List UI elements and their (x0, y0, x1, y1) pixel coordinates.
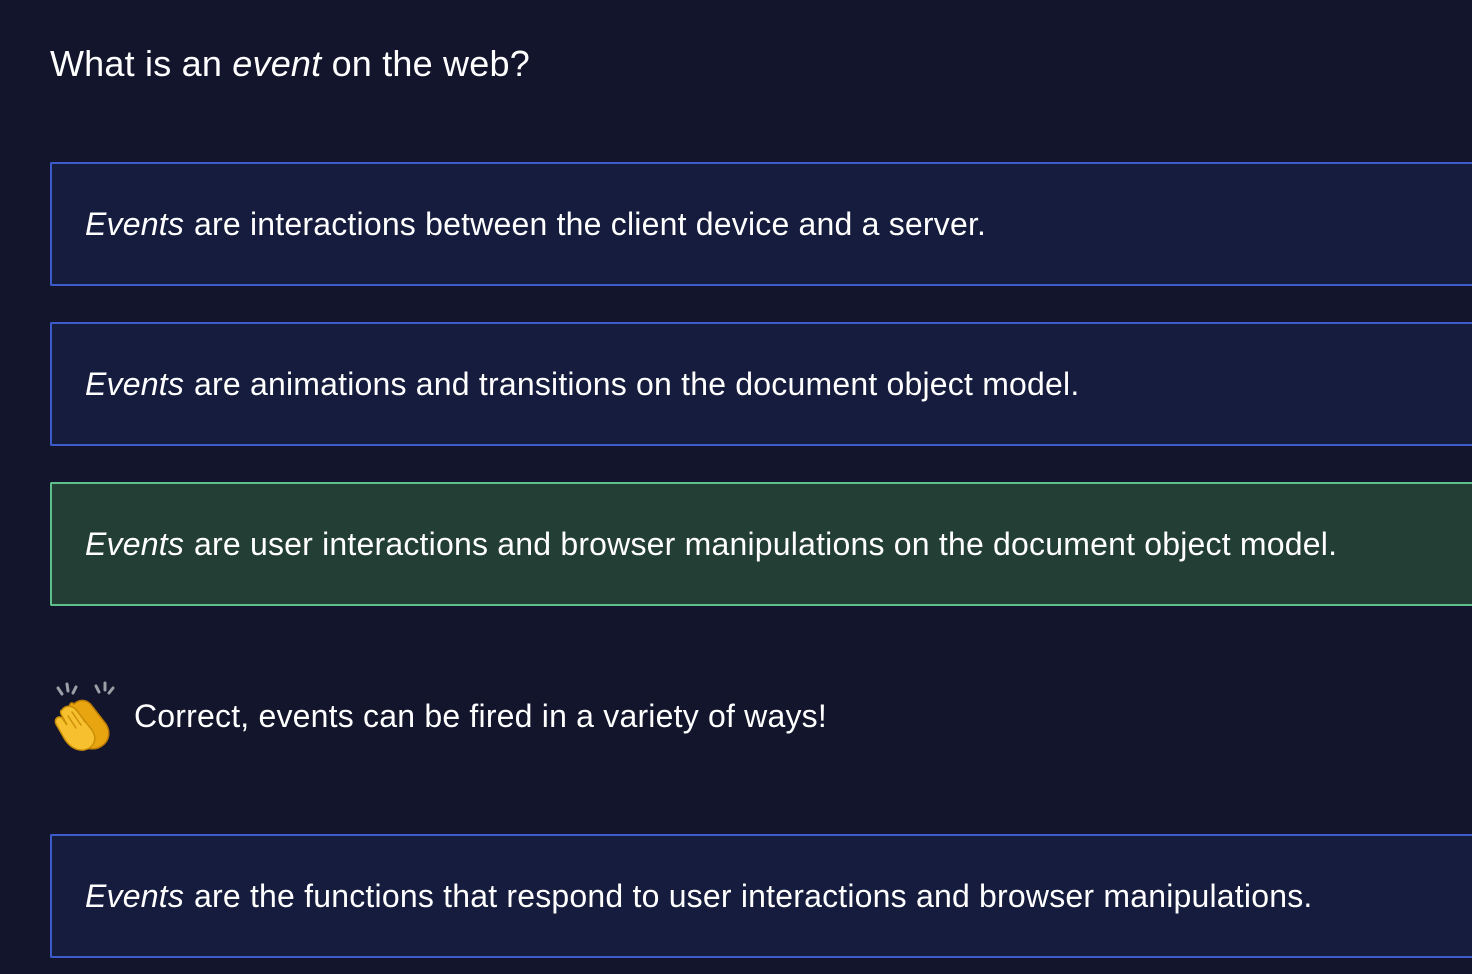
answer-option-1[interactable]: Events are interactions between the clien… (50, 162, 1472, 286)
clapping-hands-icon (54, 681, 115, 751)
option-text: are interactions between the client devi… (194, 205, 987, 242)
option-lead: Events (85, 205, 185, 242)
option-text: are user interactions and browser manipu… (194, 525, 1338, 562)
answer-option-4[interactable]: Events are the functions that respond to … (50, 834, 1472, 958)
option-lead: Events (85, 877, 185, 914)
question-suffix: on the web? (331, 43, 530, 84)
question-prefix: What is an (50, 43, 223, 84)
feedback-message: Correct, events can be fired in a variet… (52, 680, 827, 752)
option-lead: Events (85, 525, 185, 562)
feedback-text: Correct, events can be fired in a variet… (134, 697, 827, 734)
option-lead: Events (85, 365, 185, 402)
option-text: are the functions that respond to user i… (194, 877, 1313, 914)
question-title: What is an event on the web? (50, 40, 530, 88)
answer-option-3-correct[interactable]: Events are user interactions and browser … (50, 482, 1472, 606)
option-text: are animations and transitions on the do… (194, 365, 1080, 402)
answer-option-2[interactable]: Events are animations and transitions on … (50, 322, 1472, 446)
question-emphasis: event (232, 43, 322, 84)
